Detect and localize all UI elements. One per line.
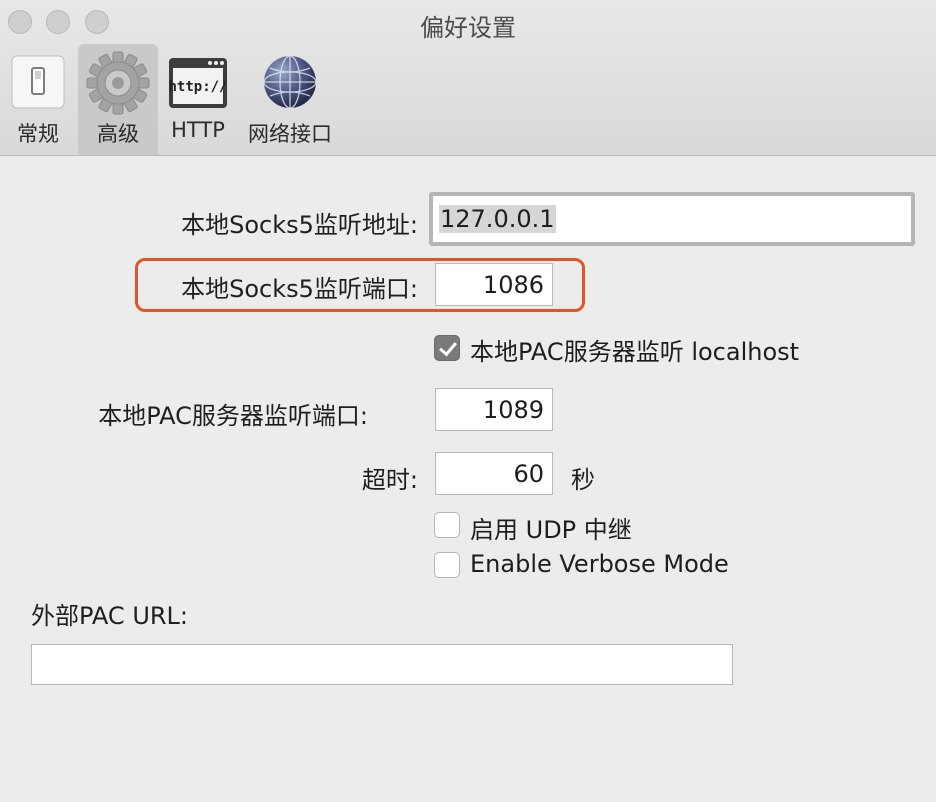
pac-port-field[interactable]: 1089 [435, 388, 553, 431]
external-pac-url-field[interactable] [31, 644, 733, 685]
socks5-port-value: 1086 [482, 270, 544, 299]
tab-advanced[interactable]: 高级 [78, 44, 158, 155]
socks5-address-field[interactable]: 127.0.0.1 [429, 192, 915, 246]
pac-localhost-checkbox[interactable] [434, 335, 460, 361]
udp-relay-label: 启用 UDP 中继 [470, 516, 632, 544]
external-pac-url-label: 外部PAC URL: [31, 602, 189, 630]
tab-general[interactable]: 常规 [2, 44, 74, 155]
verbose-mode-checkbox[interactable] [434, 552, 460, 578]
tab-advanced-label: 高级 [97, 122, 139, 146]
timeout-label: 超时: [361, 466, 418, 494]
pac-port-value: 1089 [482, 395, 544, 424]
verbose-mode-label: Enable Verbose Mode [470, 550, 729, 578]
window-title: 偏好设置 [420, 14, 516, 42]
timeout-unit-label: 秒 [571, 466, 595, 494]
switch-icon [11, 55, 65, 109]
http-icon-text: http:// [168, 79, 227, 95]
timeout-value: 60 [513, 459, 544, 488]
pac-localhost-label: 本地PAC服务器监听 localhost [470, 338, 800, 366]
socks5-address-label: 本地Socks5监听地址: [181, 211, 418, 239]
globe-icon [263, 55, 317, 109]
tab-http[interactable]: http:// HTTP [162, 44, 234, 155]
title-toolbar: 偏好设置 常规 高级 http:// HTTP 网络接口 [0, 0, 936, 156]
tab-network-interface[interactable]: 网络接口 [242, 44, 338, 155]
tab-http-label: HTTP [171, 118, 225, 142]
socks5-address-value: 127.0.0.1 [439, 205, 556, 233]
socks5-port-field[interactable]: 1086 [435, 263, 553, 306]
timeout-field[interactable]: 60 [435, 452, 553, 495]
http-window-icon: http:// [168, 58, 228, 108]
gear-icon [86, 51, 150, 115]
socks5-port-label: 本地Socks5监听端口: [181, 275, 418, 303]
pac-port-label: 本地PAC服务器监听端口: [98, 402, 368, 430]
tab-general-label: 常规 [17, 122, 59, 146]
udp-relay-checkbox[interactable] [434, 512, 460, 538]
tab-network-interface-label: 网络接口 [248, 122, 332, 146]
